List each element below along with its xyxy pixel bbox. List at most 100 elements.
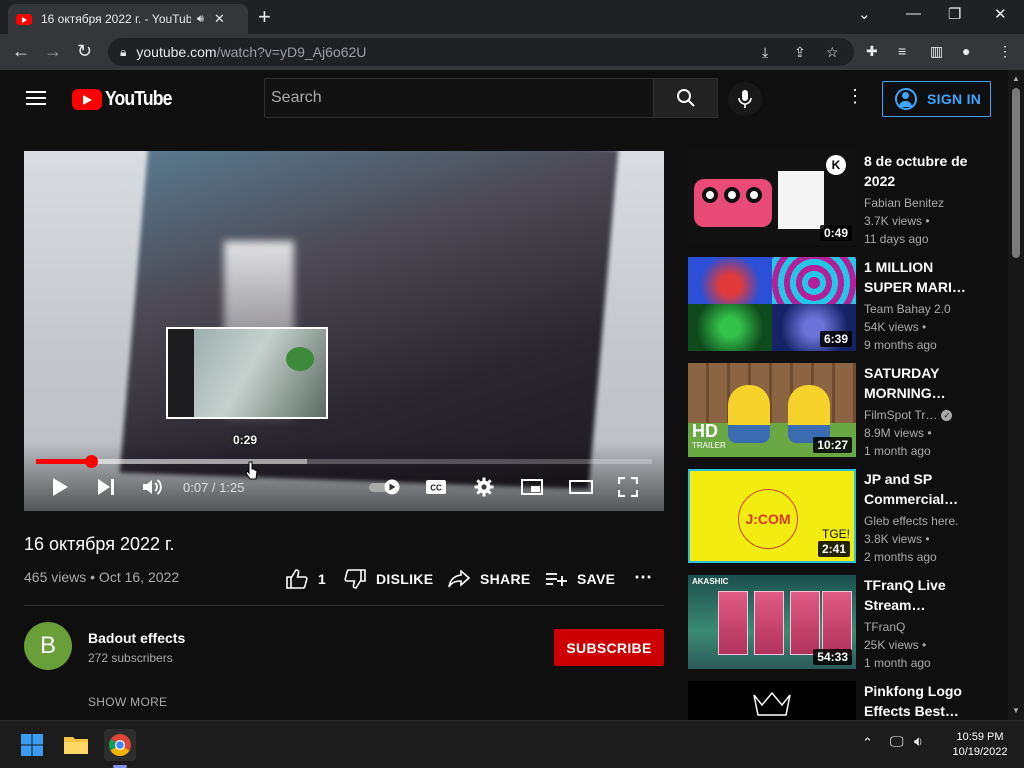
settings-more-icon[interactable]: ⋮ <box>846 87 864 105</box>
video-thumbnail[interactable]: J:COM TGE! 2:41 <box>688 469 856 563</box>
youtube-header: YouTube ⋮ SIGN IN <box>0 70 1008 128</box>
mute-button[interactable] <box>140 475 166 499</box>
recommendation-item[interactable]: 6:39 1 MILLION SUPER MARI… Team Bahay 2.… <box>688 257 998 353</box>
audio-playing-icon[interactable]: 🔊︎ <box>197 13 204 26</box>
next-icon <box>98 479 114 495</box>
recommendation-channel[interactable]: Team Bahay 2.0 <box>864 302 951 316</box>
more-actions-icon[interactable]: ⋯ <box>634 566 652 588</box>
share-button[interactable]: SHARE <box>448 568 531 590</box>
forward-arrow-icon[interactable]: → <box>44 41 62 61</box>
speaker-icon[interactable]: 🔉︎ <box>914 733 923 750</box>
browser-menu-icon[interactable]: ⋮ <box>998 43 1012 60</box>
url-host: youtube.com <box>136 44 217 60</box>
recommendation-channel[interactable]: TFranQ <box>864 620 905 634</box>
fullscreen-button[interactable] <box>616 475 640 499</box>
hidden-icons-chevron-icon[interactable]: ⌃ <box>862 735 873 751</box>
minimize-button[interactable]: — <box>906 5 921 22</box>
recommendation-item[interactable]: HD TRAILER 10:27 SATURDAY MORNING… FilmS… <box>688 363 998 459</box>
miniplayer-button[interactable] <box>520 475 544 499</box>
recommendation-title[interactable]: TFranQ Live Stream… <box>864 575 982 615</box>
file-explorer-button[interactable] <box>60 729 92 761</box>
recommendation-channel[interactable]: FilmSpot Tr… ✓ <box>864 408 953 422</box>
restore-button[interactable]: ❐ <box>948 5 961 23</box>
recommendation-item[interactable]: Pinkfong Logo Effects Best… <box>688 681 998 720</box>
close-window-button[interactable]: ✕ <box>994 5 1007 23</box>
share-arrow-icon <box>448 570 470 588</box>
subscribe-button[interactable]: SUBSCRIBE <box>554 629 664 666</box>
progress-bar[interactable] <box>36 455 652 468</box>
play-button[interactable] <box>48 475 72 499</box>
tab-close-icon[interactable]: ✕ <box>214 11 225 27</box>
hamburger-menu-icon[interactable] <box>26 91 46 105</box>
video-thumbnail[interactable]: 6:39 <box>688 257 856 351</box>
dislike-button[interactable]: DISLIKE <box>344 568 433 590</box>
youtube-favicon-icon <box>16 13 32 25</box>
save-button[interactable]: SAVE <box>545 568 615 590</box>
verified-check-icon: ✓ <box>941 410 953 422</box>
video-thumbnail[interactable]: AKASHIC 54:33 <box>688 575 856 669</box>
video-thumbnail[interactable]: HD TRAILER 10:27 <box>688 363 856 457</box>
back-arrow-icon[interactable]: ← <box>12 41 30 61</box>
network-icon[interactable]: 🖵︎ <box>890 733 904 750</box>
browser-tab[interactable]: 16 октября 2022 г. - YouTube 🔊︎ ✕ <box>8 4 248 34</box>
scroll-down-arrow-icon[interactable]: ▼ <box>1012 706 1020 715</box>
scrollbar-thumb[interactable] <box>1012 88 1020 258</box>
play-icon <box>53 478 68 496</box>
search-button[interactable] <box>654 78 718 118</box>
bookmark-star-icon[interactable]: ☆ <box>826 44 839 61</box>
autoplay-toggle[interactable] <box>368 475 402 499</box>
recommendation-views: 54K views • <box>864 320 927 334</box>
search-box[interactable] <box>264 78 654 118</box>
video-thumbnail[interactable] <box>688 681 856 720</box>
media-controls-icon[interactable]: ≡ <box>898 43 906 59</box>
recommendation-title[interactable]: SATURDAY MORNING… <box>864 363 982 403</box>
video-player[interactable]: 0:29 0:07 / 1:25 CC <box>24 151 664 511</box>
theater-mode-button[interactable] <box>568 475 594 499</box>
sign-in-button[interactable]: SIGN IN <box>882 81 991 117</box>
recommendation-age: 1 month ago <box>864 444 931 458</box>
svg-text:CC: CC <box>430 484 442 493</box>
recommendation-age: 1 month ago <box>864 656 931 670</box>
video-thumbnail[interactable]: K 0:49 <box>688 151 856 245</box>
voice-search-button[interactable] <box>728 82 762 116</box>
reload-icon[interactable]: ↻ <box>77 41 92 61</box>
recommendation-item[interactable]: K 0:49 8 de octubre de 2022 Fabian Benit… <box>688 151 998 247</box>
chrome-taskbar-button[interactable] <box>104 729 136 761</box>
settings-button[interactable] <box>472 475 496 499</box>
youtube-logo[interactable]: YouTube <box>72 88 181 111</box>
seek-preview-time: 0:29 <box>233 433 258 447</box>
recommendation-channel[interactable]: Fabian Benitez <box>864 196 944 210</box>
recommendation-channel[interactable]: Gleb effects here. <box>864 514 959 528</box>
channel-avatar[interactable]: B <box>24 622 72 670</box>
subtitles-button[interactable]: CC <box>424 475 448 499</box>
thumbnail-tag: TGE! <box>821 527 850 541</box>
recommendation-item[interactable]: AKASHIC 54:33 TFranQ Live Stream… TFranQ… <box>688 575 998 671</box>
lock-icon[interactable]: 🔒︎ <box>120 45 126 60</box>
channel-name[interactable]: Badout effects <box>88 630 185 646</box>
recommendation-title[interactable]: JP and SP Commercial… <box>864 469 982 509</box>
recommendation-item[interactable]: J:COM TGE! 2:41 JP and SP Commercial… Gl… <box>688 469 998 565</box>
address-bar[interactable]: 🔒︎ youtube.com/watch?v=yD9_Aj6o62U ⤓ ⇪ ☆ <box>108 38 854 66</box>
recommendation-title[interactable]: 1 MILLION SUPER MARI… <box>864 257 982 297</box>
new-tab-button[interactable]: + <box>258 6 271 28</box>
profile-icon[interactable]: ● <box>962 43 970 59</box>
start-button[interactable] <box>16 729 48 761</box>
side-panel-icon[interactable]: ▥ <box>930 43 943 60</box>
install-app-icon[interactable]: ⤓ <box>762 44 768 61</box>
next-button[interactable] <box>94 475 118 499</box>
extensions-puzzle-icon[interactable]: ✚ <box>866 43 878 60</box>
page-scrollbar[interactable]: ▲ ▼ <box>1008 70 1024 720</box>
autoplay-toggle-icon <box>369 479 400 495</box>
share-page-icon[interactable]: ⇪ <box>794 44 806 61</box>
scroll-up-arrow-icon[interactable]: ▲ <box>1012 74 1020 83</box>
sign-in-label: SIGN IN <box>927 91 982 107</box>
recommendation-age: 11 days ago <box>864 232 929 246</box>
taskbar-clock[interactable]: 10:59 PM 10/19/2022 <box>944 730 1016 760</box>
recommendation-title[interactable]: Pinkfong Logo Effects Best… <box>864 681 982 720</box>
search-input[interactable] <box>265 79 653 117</box>
tab-search-icon[interactable]: ⌄ <box>858 5 871 23</box>
show-more-button[interactable]: SHOW MORE <box>88 695 167 709</box>
recommendation-views: 25K views • <box>864 638 927 652</box>
recommendation-title[interactable]: 8 de octubre de 2022 <box>864 151 982 191</box>
like-button[interactable]: 1 <box>286 568 326 590</box>
